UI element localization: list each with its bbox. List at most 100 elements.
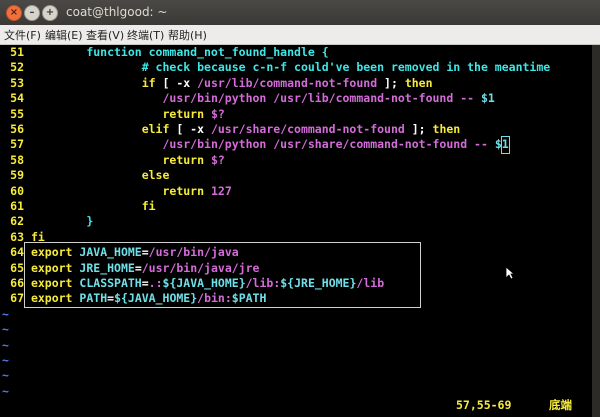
code-token: ];: [377, 75, 405, 90]
code-token: 1: [500, 136, 510, 154]
code-token: /usr/bin/java: [148, 245, 239, 260]
menu-view[interactable]: 查看(V): [86, 27, 124, 43]
code-token: CLASSPATH: [79, 276, 142, 290]
code-line: 63 fi: [0, 230, 45, 245]
code-line: 55 return $?: [0, 107, 225, 122]
code-line: 60 return 127: [0, 184, 232, 199]
code-token: ${JAVA_HOME}: [114, 291, 198, 306]
minimize-icon[interactable]: –: [24, 5, 40, 21]
line-number: 67: [10, 291, 24, 306]
window-title: coat@thlgood: ~: [66, 5, 168, 19]
menu-file[interactable]: 文件(F): [4, 27, 41, 43]
code-token: }: [86, 214, 94, 229]
code-token: PATH: [79, 291, 108, 306]
code-line: 54 /usr/bin/python /usr/lib/command-not-…: [0, 91, 495, 106]
code-line: 59 else: [0, 168, 169, 183]
code-token: $?: [210, 106, 225, 121]
line-number: 59: [10, 168, 24, 183]
code-token: JRE_HOME: [79, 260, 135, 275]
code-line: 65 export JRE_HOME=/usr/bin/java/jre: [0, 261, 259, 276]
code-line: 62 }: [0, 214, 93, 229]
code-line: 67 export PATH=${JAVA_HOME}/bin:$PATH: [0, 291, 266, 306]
maximize-icon[interactable]: +: [42, 5, 58, 21]
mouse-pointer-icon: [505, 266, 515, 280]
code-line: 51 function command_not_found_handle {: [0, 45, 329, 60]
line-number: 65: [10, 260, 24, 275]
code-token: fi: [141, 199, 156, 213]
menu-edit[interactable]: 编辑(E): [45, 27, 83, 43]
line-number: 64: [10, 245, 24, 260]
line-number: 63: [10, 229, 24, 244]
empty-line-tilde: ~: [2, 368, 9, 383]
code-token: else: [141, 168, 170, 183]
code-token: export: [30, 276, 73, 290]
code-token: return: [162, 183, 205, 198]
scroll-indicator: 底端: [549, 398, 572, 412]
empty-line-tilde: ~: [2, 383, 9, 398]
line-number: 58: [10, 152, 24, 167]
code-token: .:: [148, 276, 163, 290]
line-number: 60: [10, 183, 24, 198]
code-token: /usr/share/command-not-found: [210, 122, 405, 136]
code-line: 56 elif [ -x /usr/share/command-not-foun…: [0, 122, 460, 137]
title-bar[interactable]: × – + coat@thlgood: ~: [0, 0, 600, 25]
line-number: 56: [10, 122, 24, 136]
line-number: 62: [10, 214, 24, 229]
code-token: return: [162, 152, 205, 167]
line-number: 61: [10, 199, 24, 213]
code-token: =: [141, 245, 149, 260]
terminal-window: × – + coat@thlgood: ~ 文件(F) 编辑(E) 查看(V) …: [0, 0, 600, 417]
code-token: ${JRE_HOME}: [280, 276, 357, 290]
code-token: return: [162, 106, 205, 121]
code-token: ${JAVA_HOME}: [162, 276, 246, 290]
code-token: # check because c-n-f could've been remo…: [141, 60, 551, 75]
code-token: $: [494, 137, 502, 152]
menu-terminal[interactable]: 终端(T): [127, 27, 164, 43]
code-line: 61 fi: [0, 199, 156, 214]
empty-line-tilde: ~: [2, 337, 9, 352]
line-number: 53: [10, 75, 24, 90]
code-token: /usr/bin/java/jre: [141, 260, 260, 275]
code-line: 58 return $?: [0, 153, 225, 168]
code-token: $1: [480, 91, 495, 106]
code-line: 53 if [ -x /usr/lib/command-not-found ];…: [0, 75, 432, 91]
code-token: [ -x: [169, 122, 211, 136]
code-token: export: [30, 260, 73, 275]
line-number: 57: [10, 137, 24, 152]
code-token: =: [134, 260, 142, 275]
editor-text-area[interactable]: 57,55-69 底端 51 function command_not_foun…: [0, 45, 592, 417]
line-number: 52: [10, 60, 24, 75]
line-number: 66: [10, 276, 24, 290]
scrollbar[interactable]: [592, 45, 600, 417]
empty-line-tilde: ~: [2, 322, 9, 337]
cursor-position: 57,55-69: [456, 398, 512, 412]
line-number: 51: [10, 45, 24, 59]
line-number: 55: [10, 106, 24, 121]
code-token: $PATH: [231, 291, 267, 306]
code-token: then: [432, 122, 461, 136]
code-token: /bin:: [197, 291, 232, 306]
empty-line-tilde: ~: [2, 353, 9, 367]
close-icon[interactable]: ×: [6, 5, 22, 21]
code-line: 57 /usr/bin/python /usr/share/command-no…: [0, 136, 510, 154]
code-token: function command_not_found_handle {: [86, 45, 329, 59]
menu-help[interactable]: 帮助(H): [168, 27, 207, 43]
code-token: /usr/lib/command-not-found: [197, 75, 378, 90]
code-token: export: [30, 291, 73, 306]
